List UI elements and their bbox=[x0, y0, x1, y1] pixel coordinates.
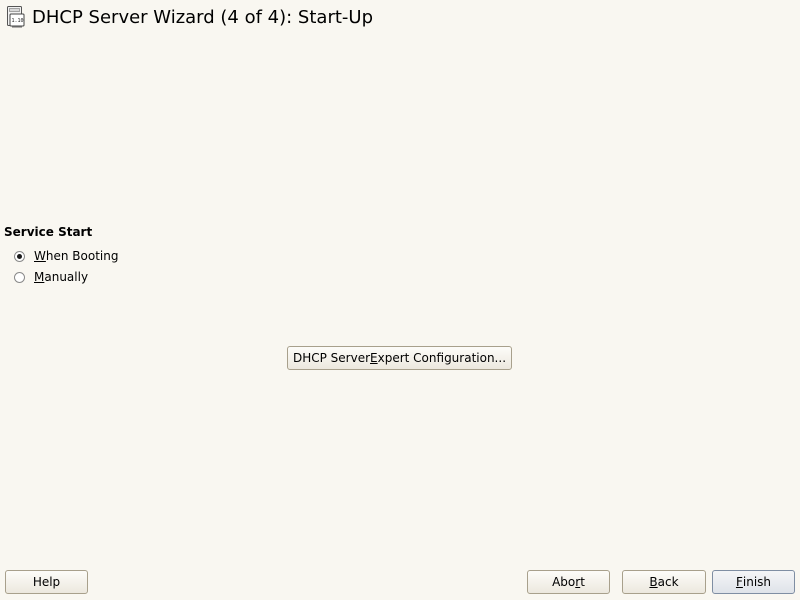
radio-button-checked[interactable] bbox=[14, 250, 25, 262]
expert-configuration-button[interactable]: DHCP Server Expert Configuration... bbox=[287, 346, 512, 370]
radio-label-manually: Manually bbox=[34, 270, 89, 284]
radio-button-unchecked[interactable] bbox=[14, 271, 25, 283]
mnemonic: M bbox=[34, 270, 45, 284]
radio-dot bbox=[17, 253, 22, 259]
page-title: DHCP Server Wizard (4 of 4): Start-Up bbox=[32, 6, 373, 28]
network-server-icon: 1.10 bbox=[6, 6, 26, 28]
mnemonic: F bbox=[735, 575, 743, 589]
radio-manually[interactable]: Manually bbox=[14, 270, 88, 284]
radio-label-when-booting: When Booting bbox=[34, 249, 119, 263]
abort-button[interactable]: Abo r t bbox=[527, 570, 610, 594]
header: 1.10 DHCP Server Wizard (4 of 4): Start-… bbox=[6, 4, 373, 30]
finish-button[interactable]: Finish bbox=[712, 570, 795, 594]
service-start-group-title: Service Start bbox=[4, 225, 93, 239]
help-button[interactable]: Help bbox=[5, 570, 88, 594]
mnemonic: W bbox=[34, 249, 46, 263]
wizard-window: 1.10 DHCP Server Wizard (4 of 4): Start-… bbox=[0, 0, 800, 600]
mnemonic: B bbox=[649, 575, 658, 589]
radio-when-booting[interactable]: When Booting bbox=[14, 249, 118, 263]
back-button[interactable]: Back bbox=[622, 570, 706, 594]
mnemonic: E bbox=[370, 351, 378, 365]
svg-text:1.10: 1.10 bbox=[12, 18, 24, 24]
